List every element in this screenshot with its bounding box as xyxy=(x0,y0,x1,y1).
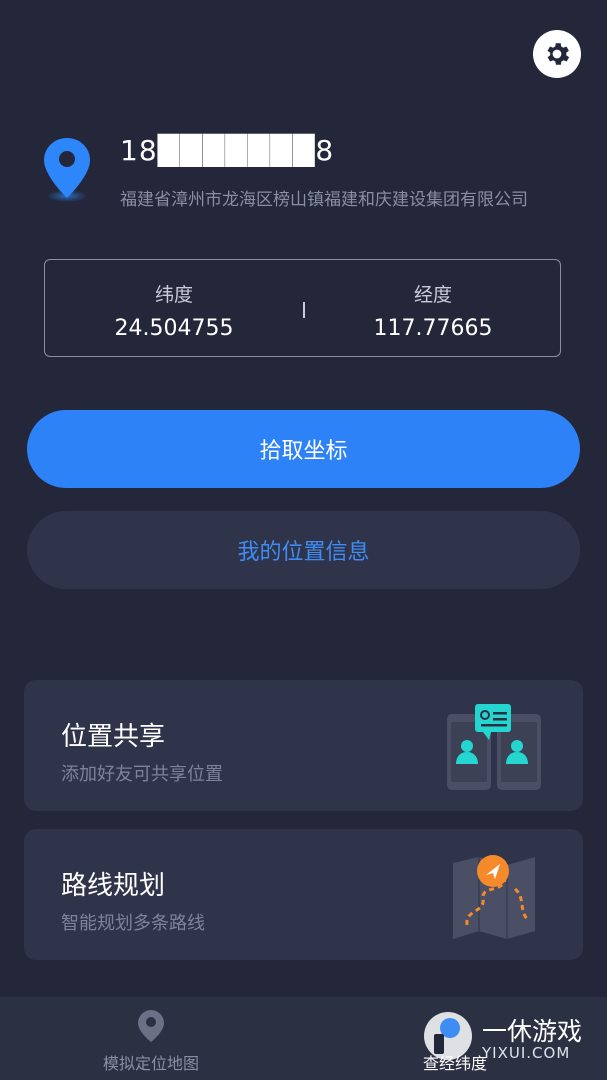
longitude-label: 经度 xyxy=(413,284,452,306)
card-title: 位置共享 xyxy=(61,722,166,752)
route-map-icon xyxy=(453,855,535,939)
card-subtitle: 添加好友可共享位置 xyxy=(61,764,223,785)
pick-coordinate-button[interactable]: 拾取坐标 xyxy=(27,410,580,488)
location-share-card[interactable]: 位置共享 添加好友可共享位置 xyxy=(24,680,583,811)
coordinate-panel: 纬度 24.504755 经度 117.77665 xyxy=(44,259,561,357)
nav-item-simulate-map[interactable]: 模拟定位地图 xyxy=(51,997,251,1080)
app-screen: 18███████8 福建省漳州市龙海区榜山镇福建和庆建设集团有限公司 纬度 2… xyxy=(0,0,607,1080)
watermark-logo-icon xyxy=(424,1012,472,1060)
card-subtitle: 智能规划多条路线 xyxy=(61,913,205,934)
longitude-value: 117.77665 xyxy=(373,316,493,341)
latitude-block: 纬度 24.504755 xyxy=(45,260,303,356)
card-title: 路线规划 xyxy=(61,871,166,901)
latitude-label: 纬度 xyxy=(154,284,193,306)
latitude-value: 24.504755 xyxy=(114,316,234,341)
watermark-text: 一休游戏 xyxy=(482,1017,583,1046)
longitude-block: 经度 117.77665 xyxy=(304,260,562,356)
gear-icon xyxy=(547,43,570,65)
address-text: 福建省漳州市龙海区榜山镇福建和庆建设集团有限公司 xyxy=(120,190,528,210)
route-planning-card[interactable]: 路线规划 智能规划多条路线 xyxy=(24,829,583,960)
nav-label: 模拟定位地图 xyxy=(102,1054,199,1073)
watermark: 一休游戏 YIXUI.COM xyxy=(420,1008,600,1068)
location-share-icon xyxy=(447,704,541,790)
nav-pin-icon xyxy=(138,1010,164,1042)
location-pin-icon xyxy=(44,138,90,202)
phone-number: 18███████8 xyxy=(120,134,335,167)
settings-button[interactable] xyxy=(533,30,581,78)
my-location-button[interactable]: 我的位置信息 xyxy=(27,511,580,589)
watermark-sub: YIXUI.COM xyxy=(482,1044,571,1062)
